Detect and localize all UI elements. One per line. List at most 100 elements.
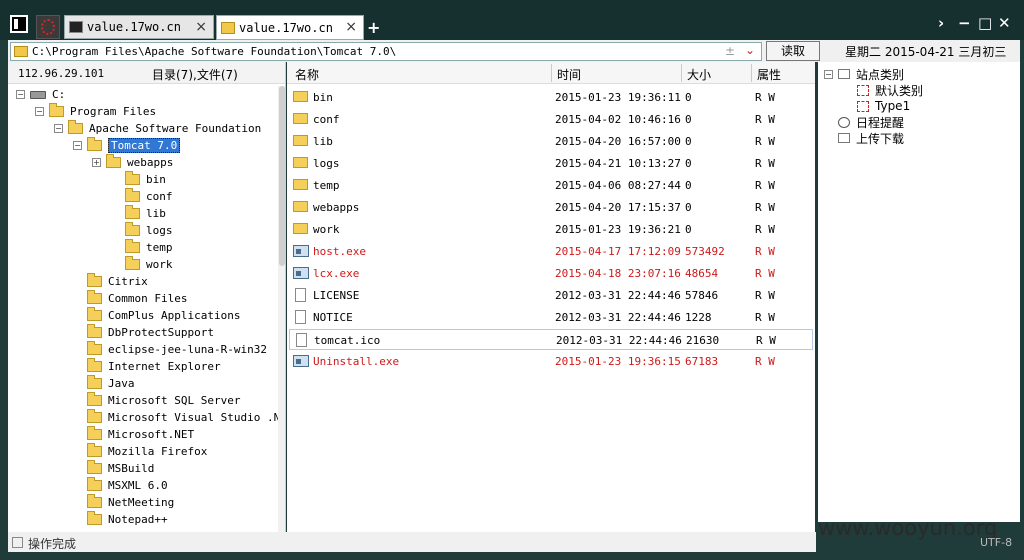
file-row[interactable]: temp 2015-04-06 08:27:44 0 R W (289, 175, 813, 196)
collapse-icon[interactable]: − (35, 107, 44, 116)
column-size[interactable]: 大小 (687, 66, 711, 83)
file-row[interactable]: lib 2015-04-20 16:57:00 0 R W (289, 131, 813, 152)
file-list-header: 名称 时间 大小 属性 (287, 62, 815, 84)
file-name: host.exe (313, 245, 366, 258)
category-node[interactable]: − 站点类别 (824, 66, 904, 82)
file-row[interactable]: work 2015-01-23 19:36:21 0 R W (289, 219, 813, 240)
file-row[interactable]: bin 2015-01-23 19:36:11 0 R W (289, 87, 813, 108)
tree-node[interactable]: Microsoft Visual Studio .NET (73, 409, 285, 426)
tree-node[interactable]: Microsoft.NET (73, 426, 194, 443)
category-label: 日程提醒 (856, 115, 905, 130)
tree-node[interactable]: lib (111, 205, 166, 222)
app-menu-icon[interactable] (10, 15, 28, 33)
collapse-icon[interactable]: − (54, 124, 63, 133)
tree-node[interactable]: DbProtectSupport (73, 324, 214, 341)
file-time: 2012-03-31 22:44:46 (556, 334, 682, 347)
category-icon (857, 84, 869, 96)
tree-node[interactable]: Citrix (73, 273, 148, 290)
file-size: 0 (685, 157, 692, 170)
tab-site-files[interactable]: value.17wo.cn × (216, 15, 364, 40)
tree-node[interactable]: Notepad++ (73, 511, 168, 528)
folder-icon (87, 443, 102, 457)
file-size: 0 (685, 179, 692, 192)
folder-icon (87, 341, 102, 355)
tree-node-label: Apache Software Foundation (89, 122, 262, 135)
file-time: 2015-01-23 19:36:15 (555, 355, 681, 368)
column-divider[interactable] (681, 64, 682, 82)
category-node[interactable]: 日程提醒 (824, 114, 904, 130)
file-row[interactable]: logs 2015-04-21 10:13:27 0 R W (289, 153, 813, 174)
tree-node[interactable]: NetMeeting (73, 494, 174, 511)
tree-node[interactable]: Common Files (73, 290, 187, 307)
tree-node[interactable]: Java (73, 375, 135, 392)
tree-node[interactable]: − Apache Software Foundation (54, 120, 261, 137)
collapse-icon[interactable]: − (16, 90, 25, 99)
tree-node[interactable]: logs (111, 222, 173, 239)
file-row[interactable]: webapps 2015-04-20 17:15:37 0 R W (289, 197, 813, 218)
file-name: tomcat.ico (314, 334, 381, 347)
folder-icon (293, 113, 308, 124)
directory-tree-panel: 112.96.29.101 目录(7),文件(7) − C: − Program Fi… (8, 62, 286, 532)
tree-node[interactable]: bin (111, 171, 166, 188)
tree-node[interactable]: MSBuild (73, 460, 154, 477)
close-window-button[interactable]: ✕ (998, 14, 1011, 32)
file-row[interactable]: lcx.exe 2015-04-18 23:07:16 48654 R W (289, 263, 813, 284)
category-node[interactable]: Type1 (843, 98, 910, 114)
file-attr: R W (755, 157, 775, 170)
file-row[interactable]: NOTICE 2012-03-31 22:44:46 1228 R W (289, 307, 813, 328)
column-name[interactable]: 名称 (295, 66, 319, 83)
tree-node[interactable]: eclipse-jee-luna-R-win32 (73, 341, 267, 358)
target-icon (41, 19, 55, 35)
tree-node-label: Microsoft.NET (108, 428, 195, 441)
tree-node[interactable]: Microsoft SQL Server (73, 392, 240, 409)
file-attr: R W (755, 223, 775, 236)
tab-site-cmd[interactable]: value.17wo.cn × (64, 15, 214, 39)
tree-node[interactable]: conf (111, 188, 173, 205)
column-time[interactable]: 时间 (557, 66, 581, 83)
next-icon[interactable]: › (938, 14, 944, 32)
status-bar: 操作完成 (8, 532, 816, 552)
chevron-down-icon[interactable]: ⌄ (745, 43, 755, 57)
folder-icon (87, 511, 102, 525)
toggle-icon[interactable]: ± (725, 44, 735, 58)
file-row[interactable]: Uninstall.exe 2015-01-23 19:36:15 67183 R W (289, 351, 813, 372)
file-time: 2015-01-23 19:36:21 (555, 223, 681, 236)
file-row[interactable]: tomcat.ico 2012-03-31 22:44:46 21630 R W (289, 329, 813, 350)
tree-node[interactable]: + webapps (92, 154, 173, 171)
tree-node[interactable]: Internet Explorer (73, 358, 221, 375)
file-row[interactable]: LICENSE 2012-03-31 22:44:46 57846 R W (289, 285, 813, 306)
scroll-thumb[interactable] (279, 86, 285, 266)
read-button[interactable]: 读取 (766, 41, 820, 61)
new-tab-button[interactable]: + (367, 18, 380, 37)
category-node[interactable]: 上传下载 (824, 130, 904, 146)
path-input[interactable]: C:\Program Files\Apache Software Foundat… (10, 42, 762, 61)
maximize-button[interactable]: □ (978, 14, 992, 32)
tree-scrollbar[interactable] (278, 86, 285, 532)
file-row[interactable]: conf 2015-04-02 10:46:16 0 R W (289, 109, 813, 130)
tree-node[interactable]: work (111, 256, 173, 273)
tree-node[interactable]: MSXML 6.0 (73, 477, 168, 494)
collapse-icon[interactable]: − (824, 69, 833, 79)
category-node[interactable]: 默认类别 (843, 82, 923, 98)
file-attr: R W (755, 135, 775, 148)
column-divider[interactable] (551, 64, 552, 82)
tree-node[interactable]: − Tomcat 7.0 (73, 137, 181, 154)
column-divider[interactable] (751, 64, 752, 82)
tree-node[interactable]: − Program Files (35, 103, 156, 120)
tree-node[interactable]: Mozilla Firefox (73, 443, 207, 460)
tree-node-label: temp (146, 241, 173, 254)
collapse-icon[interactable]: − (73, 141, 82, 150)
close-tab-icon[interactable]: × (195, 19, 207, 35)
expand-icon[interactable]: + (92, 158, 101, 167)
tree-node[interactable]: − C: (16, 86, 65, 103)
file-time: 2012-03-31 22:44:46 (555, 311, 681, 324)
tree-node[interactable]: temp (111, 239, 173, 256)
minimize-button[interactable]: − (958, 14, 971, 32)
column-attr[interactable]: 属性 (757, 66, 781, 83)
file-row[interactable]: host.exe 2015-04-17 17:12:09 573492 R W (289, 241, 813, 262)
app-window: value.17wo.cn × value.17wo.cn × + › − □ … (0, 0, 1024, 560)
file-time: 2015-04-06 08:27:44 (555, 179, 681, 192)
close-tab-icon[interactable]: × (345, 19, 357, 35)
tab-home[interactable] (36, 15, 60, 39)
tree-node[interactable]: ComPlus Applications (73, 307, 240, 324)
